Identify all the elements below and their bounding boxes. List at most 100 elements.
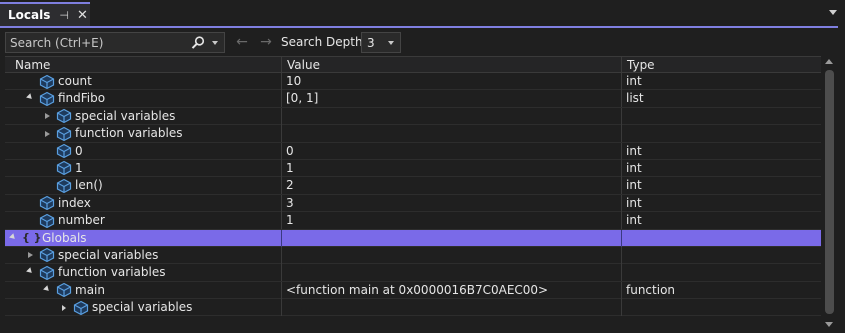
value-cell[interactable]: 10	[281, 73, 621, 90]
triangle-shape	[26, 93, 34, 102]
triangle-shape	[43, 284, 51, 293]
variable-name: function variables	[58, 265, 166, 280]
field-icon	[56, 143, 72, 159]
table-row[interactable]: findFibo [0, 1] list	[5, 90, 821, 108]
search-input[interactable]	[6, 33, 190, 52]
table-row[interactable]: special variables	[5, 246, 821, 265]
value-cell[interactable]: 3	[281, 194, 621, 212]
type-cell	[621, 264, 821, 282]
back-arrow-icon[interactable]: ←	[234, 33, 250, 51]
search-icon[interactable]	[190, 35, 206, 51]
table-row[interactable]: index 3 int	[5, 194, 821, 213]
scroll-up-arrow-icon[interactable]	[825, 59, 833, 64]
name-cell: function variables	[5, 264, 281, 281]
type-cell: int	[621, 73, 821, 90]
table-row[interactable]: number 1 int	[5, 212, 821, 230]
type-cell: int	[621, 212, 821, 230]
collapsed-triangle-icon[interactable]	[25, 247, 35, 264]
value-cell[interactable]: 0	[281, 142, 621, 160]
field-icon	[56, 178, 72, 194]
name-cell-content: len()	[42, 177, 103, 194]
type-cell	[621, 107, 821, 125]
triangle-shape	[44, 130, 50, 137]
variable-name: function variables	[75, 126, 183, 141]
field-icon	[39, 265, 55, 280]
column-header-value[interactable]: Value	[281, 57, 621, 73]
triangle-shape	[62, 304, 66, 311]
search-depth-select[interactable]: 3	[361, 32, 401, 53]
scrollbar-thumb[interactable]	[825, 70, 834, 314]
pin-icon[interactable]: ⊣	[59, 9, 69, 22]
locals-grid: Name Value Type count 10 int findFibo [0, 1]…	[5, 56, 821, 330]
close-icon[interactable]: ✕	[77, 8, 88, 23]
expanded-triangle-icon[interactable]	[8, 230, 18, 247]
forward-arrow-icon[interactable]: →	[258, 33, 274, 51]
name-cell-content: function variables	[25, 264, 166, 281]
search-options-dropdown[interactable]	[209, 35, 221, 51]
window-options-chevron-icon[interactable]	[829, 10, 837, 15]
column-header-type[interactable]: Type	[621, 57, 821, 73]
collapsed-triangle-icon[interactable]	[59, 299, 69, 316]
locals-toolbar: ← → Search Depth: 3	[0, 28, 845, 56]
type-cell	[621, 229, 821, 247]
table-row[interactable]: function variables	[5, 264, 821, 282]
triangle-shape	[44, 113, 50, 120]
field-icon	[56, 126, 72, 141]
value-cell[interactable]: [0, 1]	[281, 90, 621, 108]
field-icon	[39, 196, 55, 211]
table-row[interactable]: len() 2 int	[5, 177, 821, 195]
type-cell: int	[621, 142, 821, 160]
variable-name: main	[75, 282, 105, 297]
value-cell[interactable]	[281, 229, 621, 247]
scroll-down-arrow-icon[interactable]	[825, 322, 833, 327]
value-cell[interactable]	[281, 107, 621, 125]
tab-locals[interactable]: Locals ⊣ ✕	[0, 2, 90, 26]
value-cell[interactable]	[281, 299, 621, 317]
value-cell[interactable]	[281, 264, 621, 282]
table-row[interactable]: 1 1 int	[5, 159, 821, 178]
field-icon	[39, 248, 55, 263]
variable-name: findFibo	[58, 91, 106, 106]
collapsed-triangle-icon[interactable]	[42, 108, 52, 125]
value-cell[interactable]	[281, 246, 621, 264]
tab-title: Locals	[8, 8, 51, 22]
field-icon	[56, 283, 72, 298]
expanded-triangle-icon[interactable]	[25, 90, 35, 107]
name-cell: number	[5, 212, 281, 229]
table-row[interactable]: function variables	[5, 125, 821, 143]
value-cell[interactable]: 2	[281, 177, 621, 195]
value-cell[interactable]	[281, 125, 621, 143]
field-icon	[39, 213, 55, 228]
vertical-scrollbar[interactable]	[821, 56, 838, 330]
name-cell-content: count	[25, 73, 92, 90]
table-row[interactable]: special variables	[5, 299, 821, 317]
expanded-triangle-icon[interactable]	[25, 264, 35, 281]
name-cell: { } Globals	[5, 230, 281, 247]
column-header-name[interactable]: Name	[5, 57, 281, 73]
table-row[interactable]: { } Globals	[5, 229, 821, 247]
value-cell[interactable]: <function main at 0x0000016B7C0AEC00>	[281, 281, 621, 299]
type-cell: list	[621, 90, 821, 108]
braces-icon: { }	[22, 231, 42, 245]
table-row[interactable]: main <function main at 0x0000016B7C0AEC00…	[5, 281, 821, 300]
value-cell[interactable]: 1	[281, 212, 621, 230]
name-cell: index	[5, 195, 281, 212]
field-icon	[39, 74, 55, 89]
variable-name: len()	[75, 178, 103, 193]
chevron-down-icon	[212, 40, 218, 45]
type-cell	[621, 125, 821, 143]
name-cell: special variables	[5, 108, 281, 125]
table-row[interactable]: 0 0 int	[5, 142, 821, 160]
table-row[interactable]: count 10 int	[5, 73, 821, 91]
name-cell: 0	[5, 143, 281, 160]
value-cell[interactable]: 1	[281, 159, 621, 177]
variable-name: special variables	[92, 300, 193, 315]
name-cell: special variables	[5, 299, 281, 316]
search-box	[5, 32, 225, 53]
collapsed-triangle-icon[interactable]	[42, 125, 52, 142]
table-row[interactable]: special variables	[5, 107, 821, 126]
expanded-triangle-icon[interactable]	[42, 282, 52, 299]
